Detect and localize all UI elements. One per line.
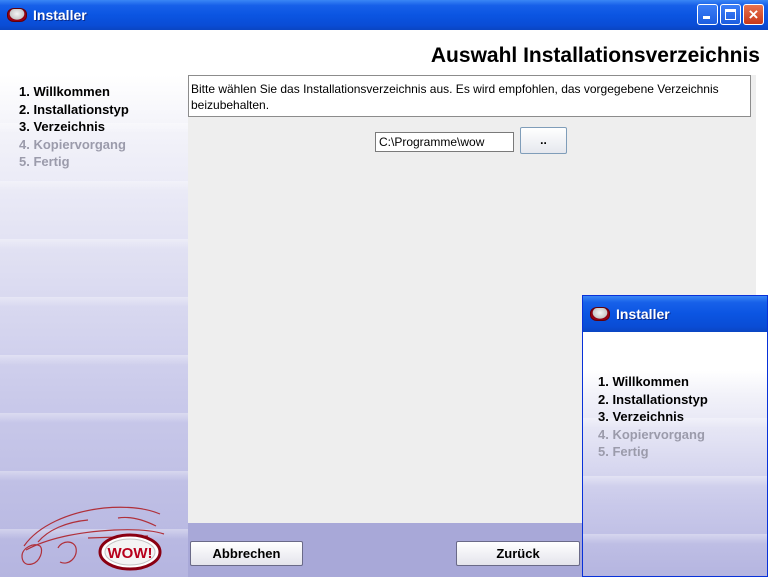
step-kopiervorgang: 4. Kopiervorgang	[598, 426, 705, 442]
step-fertig: 5. Fertig	[598, 444, 649, 459]
steps-list: 1. Willkommen 2. Installationstyp 3. Ver…	[19, 83, 129, 171]
wow-app-icon	[7, 8, 27, 22]
wow-app-icon	[590, 307, 610, 321]
step-willkommen: 1. Willkommen	[598, 374, 689, 389]
step-installationstyp: 2. Installationstyp	[19, 101, 129, 117]
install-path-input[interactable]	[375, 132, 514, 152]
minimize-button[interactable]	[697, 4, 718, 25]
description-text: Bitte wählen Sie das Installationsverzei…	[188, 75, 751, 117]
step-verzeichnis: 3. Verzeichnis	[19, 119, 105, 134]
second-window-title: Installer	[616, 306, 670, 322]
close-icon: ×	[748, 5, 759, 24]
window-title: Installer	[33, 7, 87, 23]
page-heading: Auswahl Installationsverzeichnis	[430, 44, 760, 67]
window-controls: ×	[697, 4, 764, 25]
title-bar[interactable]: Installer ×	[0, 0, 768, 30]
second-title-bar[interactable]: Installer	[583, 296, 767, 332]
wow-logo: WOW!	[21, 506, 165, 571]
second-steps-panel: 1. Willkommen 2. Installationstyp 3. Ver…	[583, 370, 767, 576]
close-button[interactable]: ×	[743, 4, 764, 25]
step-verzeichnis: 3. Verzeichnis	[598, 409, 684, 424]
second-installer-window: Installer 1. Willkommen 2. Installations…	[582, 295, 768, 577]
maximize-icon	[725, 9, 736, 20]
minimize-icon	[703, 16, 710, 19]
step-installationstyp: 2. Installationstyp	[598, 391, 708, 407]
maximize-button[interactable]	[720, 4, 741, 25]
wow-logo-text: WOW!	[108, 545, 153, 562]
second-steps-list: 1. Willkommen 2. Installationstyp 3. Ver…	[598, 373, 708, 461]
browse-button[interactable]: ..	[520, 127, 567, 154]
cancel-button[interactable]: Abbrechen	[190, 541, 303, 566]
back-button[interactable]: Zurück	[456, 541, 580, 566]
step-kopiervorgang: 4. Kopiervorgang	[19, 136, 126, 152]
step-fertig: 5. Fertig	[19, 154, 70, 169]
step-willkommen: 1. Willkommen	[19, 84, 110, 99]
